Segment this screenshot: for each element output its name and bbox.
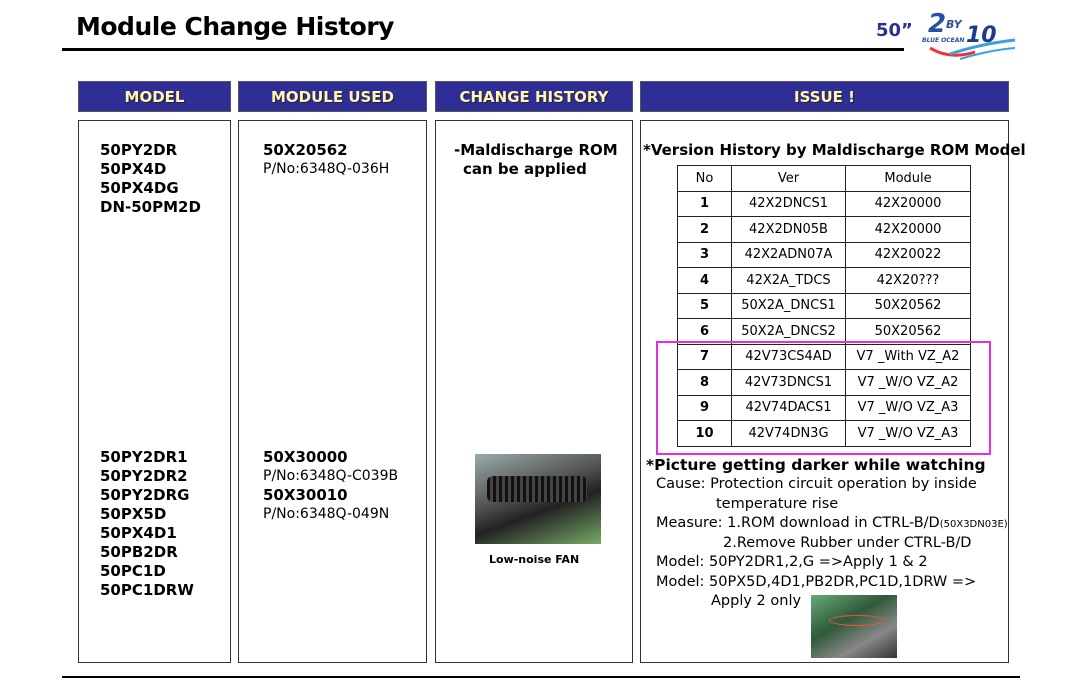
module-name: 50X30000 [263,448,348,466]
table-row: 4 42X2A_TDCS 42X20??? [677,267,971,294]
part-number: P/No:6348Q-049N [263,506,390,522]
part-number: P/No:6348Q-036H [263,161,390,177]
measure-text: 2.Remove Rubber under CTRL-B/D [723,535,972,552]
group2-models: 50PY2DR1 50PY2DR2 50PY2DRG 50PX5D 50PX4D… [100,448,194,600]
fan-photo [475,454,601,544]
fan-caption: Low-noise FAN [489,553,580,566]
table-header-row: No Ver Module [677,165,971,192]
header-module-used: MODULE USED [238,81,427,112]
group2-modules: 50X30000 P/No:6348Q-C039B 50X30010 P/No:… [263,448,398,524]
svg-text:BY: BY [946,18,963,31]
header-model: MODEL [78,81,231,112]
picture-issue: *Picture getting darker while watching C… [646,456,1008,611]
change-history-column [435,120,633,663]
module-used-column [238,120,427,663]
measure-rom: (50X3DN03E) [939,518,1008,530]
model-apply-text: Model: 50PX5D,4D1,PB2DR,PC1D,1DRW => [656,573,977,590]
row-ver: 42X2DN05B [731,216,846,243]
row-module: 42X20000 [845,216,971,243]
blue-ocean-logo: 2 BY 10 BLUE OCEAN [922,9,1016,60]
version-history-heading: *Version History by Maldischarge ROM Mod… [643,141,1026,159]
row-no: 5 [677,292,732,319]
cause-text: Cause: Protection circuit operation by i… [656,476,977,493]
col-no: No [677,165,732,192]
row-no: 2 [677,216,732,243]
highlight-box [656,341,991,455]
model-name: 50PX4DG [100,179,179,197]
model-name: 50PX4D1 [100,524,177,542]
col-ver: Ver [731,165,846,192]
model-name: 50PY2DRG [100,486,190,504]
picture-heading: *Picture getting darker while watching [646,456,986,474]
row-ver: 42X2A_TDCS [731,267,846,294]
cause-text: temperature rise [716,495,839,512]
model-name: 50PC1DRW [100,581,194,599]
row-module: 42X20??? [845,267,971,294]
table-row: 3 42X2ADN07A 42X20022 [677,241,971,268]
row-module: 42X20022 [845,241,971,268]
screen-size-label: 50” [876,20,913,41]
row-module: 42X20000 [845,190,971,217]
model-name: 50PB2DR [100,543,178,561]
part-number: P/No:6348Q-C039B [263,468,399,484]
change-text: can be applied [463,160,587,178]
group1-change: -Maldischarge ROM can be applied [454,141,618,179]
model-name: 50PY2DR [100,141,178,159]
model-name: 50PY2DR1 [100,448,188,466]
row-no: 4 [677,267,732,294]
title-underline [62,48,904,51]
svg-text:2: 2 [928,9,946,39]
row-ver: 42X2DNCS1 [731,190,846,217]
svg-text:10: 10 [966,23,997,48]
table-row: 2 42X2DN05B 42X20000 [677,216,971,243]
module-name: 50X30010 [263,486,348,504]
row-no: 1 [677,190,732,217]
model-apply-text: Model: 50PY2DR1,2,G =>Apply 1 & 2 [656,554,928,571]
module-name: 50X20562 [263,141,348,159]
page-title: Module Change History [76,12,394,41]
col-module: Module [845,165,971,192]
header-change-history: CHANGE HISTORY [435,81,633,112]
model-name: 50PC1D [100,562,166,580]
table-row: 5 50X2A_DNCS1 50X20562 [677,292,971,319]
change-text: -Maldischarge ROM [454,141,618,159]
svg-text:BLUE OCEAN: BLUE OCEAN [922,37,964,44]
header-issue: ISSUE ! [640,81,1009,112]
group1-models: 50PY2DR 50PX4D 50PX4DG DN-50PM2D [100,141,201,217]
row-no: 3 [677,241,732,268]
row-ver: 50X2A_DNCS1 [731,292,846,319]
measure-text: Measure: 1.ROM download in CTRL-B/D [656,514,940,531]
model-name: 50PY2DR2 [100,467,188,485]
model-name: DN-50PM2D [100,198,201,216]
model-name: 50PX4D [100,160,167,178]
row-ver: 42X2ADN07A [731,241,846,268]
model-name: 50PX5D [100,505,167,523]
footer-line [62,676,1020,678]
table-row: 1 42X2DNCS1 42X20000 [677,190,971,217]
board-photo [811,595,897,658]
group1-module: 50X20562 P/No:6348Q-036H [263,141,389,179]
row-module: 50X20562 [845,292,971,319]
